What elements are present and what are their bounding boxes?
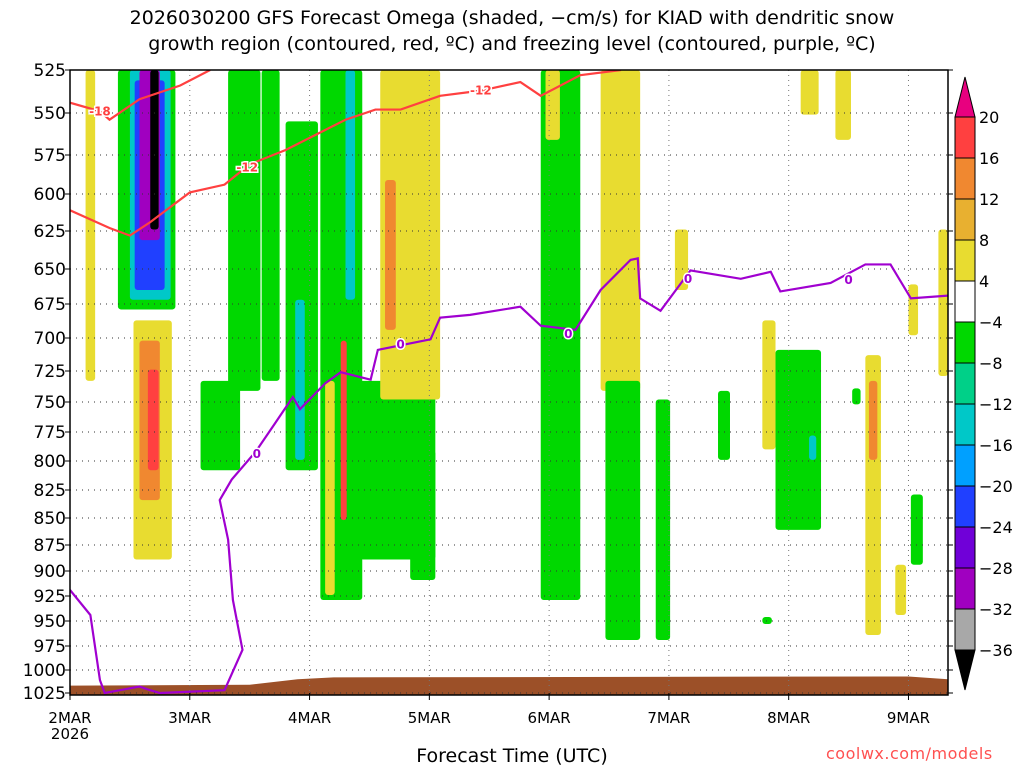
y-tick-label: 1025 [23, 684, 66, 704]
contour-label: -18 [89, 104, 111, 118]
x-tick-label: 3MAR [168, 709, 211, 727]
contour-label: 0 [844, 273, 852, 287]
colorbar-label: −20 [979, 477, 1013, 496]
colorbar-label: −4 [979, 313, 1003, 332]
omega-shaded-region [938, 229, 948, 376]
omega-shaded-region [895, 564, 907, 615]
omega-shaded-region [835, 70, 851, 140]
omega-shaded-region [228, 70, 261, 391]
omega-shaded-region [147, 369, 159, 471]
omega-shaded-region [295, 299, 305, 460]
x-tick-label: 8MAR [767, 709, 810, 727]
colorbar-box [954, 239, 976, 282]
y-tick-label: 675 [34, 295, 66, 315]
colorbar-label: −24 [979, 518, 1013, 537]
colorbar-label: −16 [979, 436, 1013, 455]
y-tick-label: 775 [34, 423, 66, 443]
colorbar-bottom-arrow [954, 649, 976, 691]
x-tick-label: 6MAR [528, 709, 571, 727]
y-tick-label: 1000 [23, 661, 66, 681]
y-tick-label: 575 [34, 146, 66, 166]
colorbar-box [954, 444, 976, 487]
omega-shaded-region [655, 399, 671, 640]
contour-label: 0 [564, 327, 572, 341]
omega-shaded-region [868, 380, 878, 460]
x-tick-label: 9MAR [887, 709, 930, 727]
contour-label: -12 [470, 84, 492, 98]
colorbar-label: −36 [979, 641, 1013, 660]
colorbar-label: 12 [979, 190, 999, 209]
y-tick-label: 900 [34, 562, 66, 582]
y-tick-label: 600 [34, 185, 66, 205]
colorbar-box [954, 362, 976, 405]
omega-shaded-region [762, 320, 776, 450]
contour-label: 0 [396, 338, 404, 352]
x-tick-label: 7MAR [647, 709, 690, 727]
omega-shaded-region [718, 390, 730, 460]
y-tick-label: 625 [34, 222, 66, 242]
colorbar-box [954, 116, 976, 159]
omega-shaded-region [605, 380, 641, 640]
y-tick-label: 725 [34, 362, 66, 382]
colorbar-label: −12 [979, 395, 1013, 414]
omega-shaded-region [410, 450, 436, 580]
omega-shaded-region [261, 70, 280, 381]
colorbar-top-arrow [954, 76, 976, 118]
y-tick-label: 825 [34, 481, 66, 501]
y-tick-label: 700 [34, 329, 66, 349]
omega-shaded-region [800, 70, 819, 115]
omega-shaded-region [345, 70, 356, 300]
y-tick-label: 925 [34, 587, 66, 607]
colorbar-box [954, 403, 976, 446]
y-tick-label: 975 [34, 637, 66, 657]
contour-label: 0 [253, 447, 261, 461]
colorbar-box [954, 198, 976, 241]
contour-label: -12 [236, 160, 258, 174]
colorbar-label: 4 [979, 272, 989, 291]
x-tick-label: 5MAR [408, 709, 451, 727]
y-tick-label: 875 [34, 536, 66, 556]
y-tick-label: 525 [34, 61, 66, 81]
colorbar-box [954, 485, 976, 528]
omega-shaded-region [200, 380, 241, 471]
colorbar-box [954, 280, 976, 323]
omega-shaded-region [540, 70, 581, 600]
omega-shaded-region [762, 617, 772, 624]
colorbar-label: 16 [979, 149, 999, 168]
colorbar-box [954, 321, 976, 364]
x-tick-sublabel: 2026 [51, 725, 89, 743]
x-tick-label: 4MAR [288, 709, 331, 727]
omega-cross-section-chart: 0 0 0 0 0 -12 -12 -18 525 550 575 600 625 650 675 700 72… [23, 61, 1013, 743]
omega-shaded-region [910, 494, 923, 565]
contour-label: 0 [684, 272, 692, 286]
colorbar-label: −8 [979, 354, 1003, 373]
omega-shaded-region [545, 70, 560, 140]
colorbar-label: −32 [979, 600, 1013, 619]
omega-shaded-region [340, 340, 347, 521]
colorbar-box [954, 526, 976, 569]
colorbar-box [954, 567, 976, 610]
y-tick-label: 650 [34, 260, 66, 280]
y-tick-label: 550 [34, 104, 66, 124]
y-tick-label: 800 [34, 452, 66, 472]
omega-shaded-region [385, 179, 396, 330]
omega-shaded-region [600, 70, 641, 391]
omega-shaded-region [809, 435, 817, 460]
y-tick-label: 850 [34, 509, 66, 529]
colorbar-box [954, 608, 976, 651]
credit-link[interactable]: coolwx.com/models [826, 744, 993, 763]
colorbar-label: 20 [979, 108, 999, 127]
colorbar-box [954, 157, 976, 200]
colorbar-label: −28 [979, 559, 1013, 578]
omega-shaded-region [325, 380, 335, 595]
y-tick-label: 750 [34, 393, 66, 413]
omega-shaded-region [908, 284, 919, 336]
colorbar-label: 8 [979, 231, 989, 250]
y-tick-label: 950 [34, 612, 66, 632]
